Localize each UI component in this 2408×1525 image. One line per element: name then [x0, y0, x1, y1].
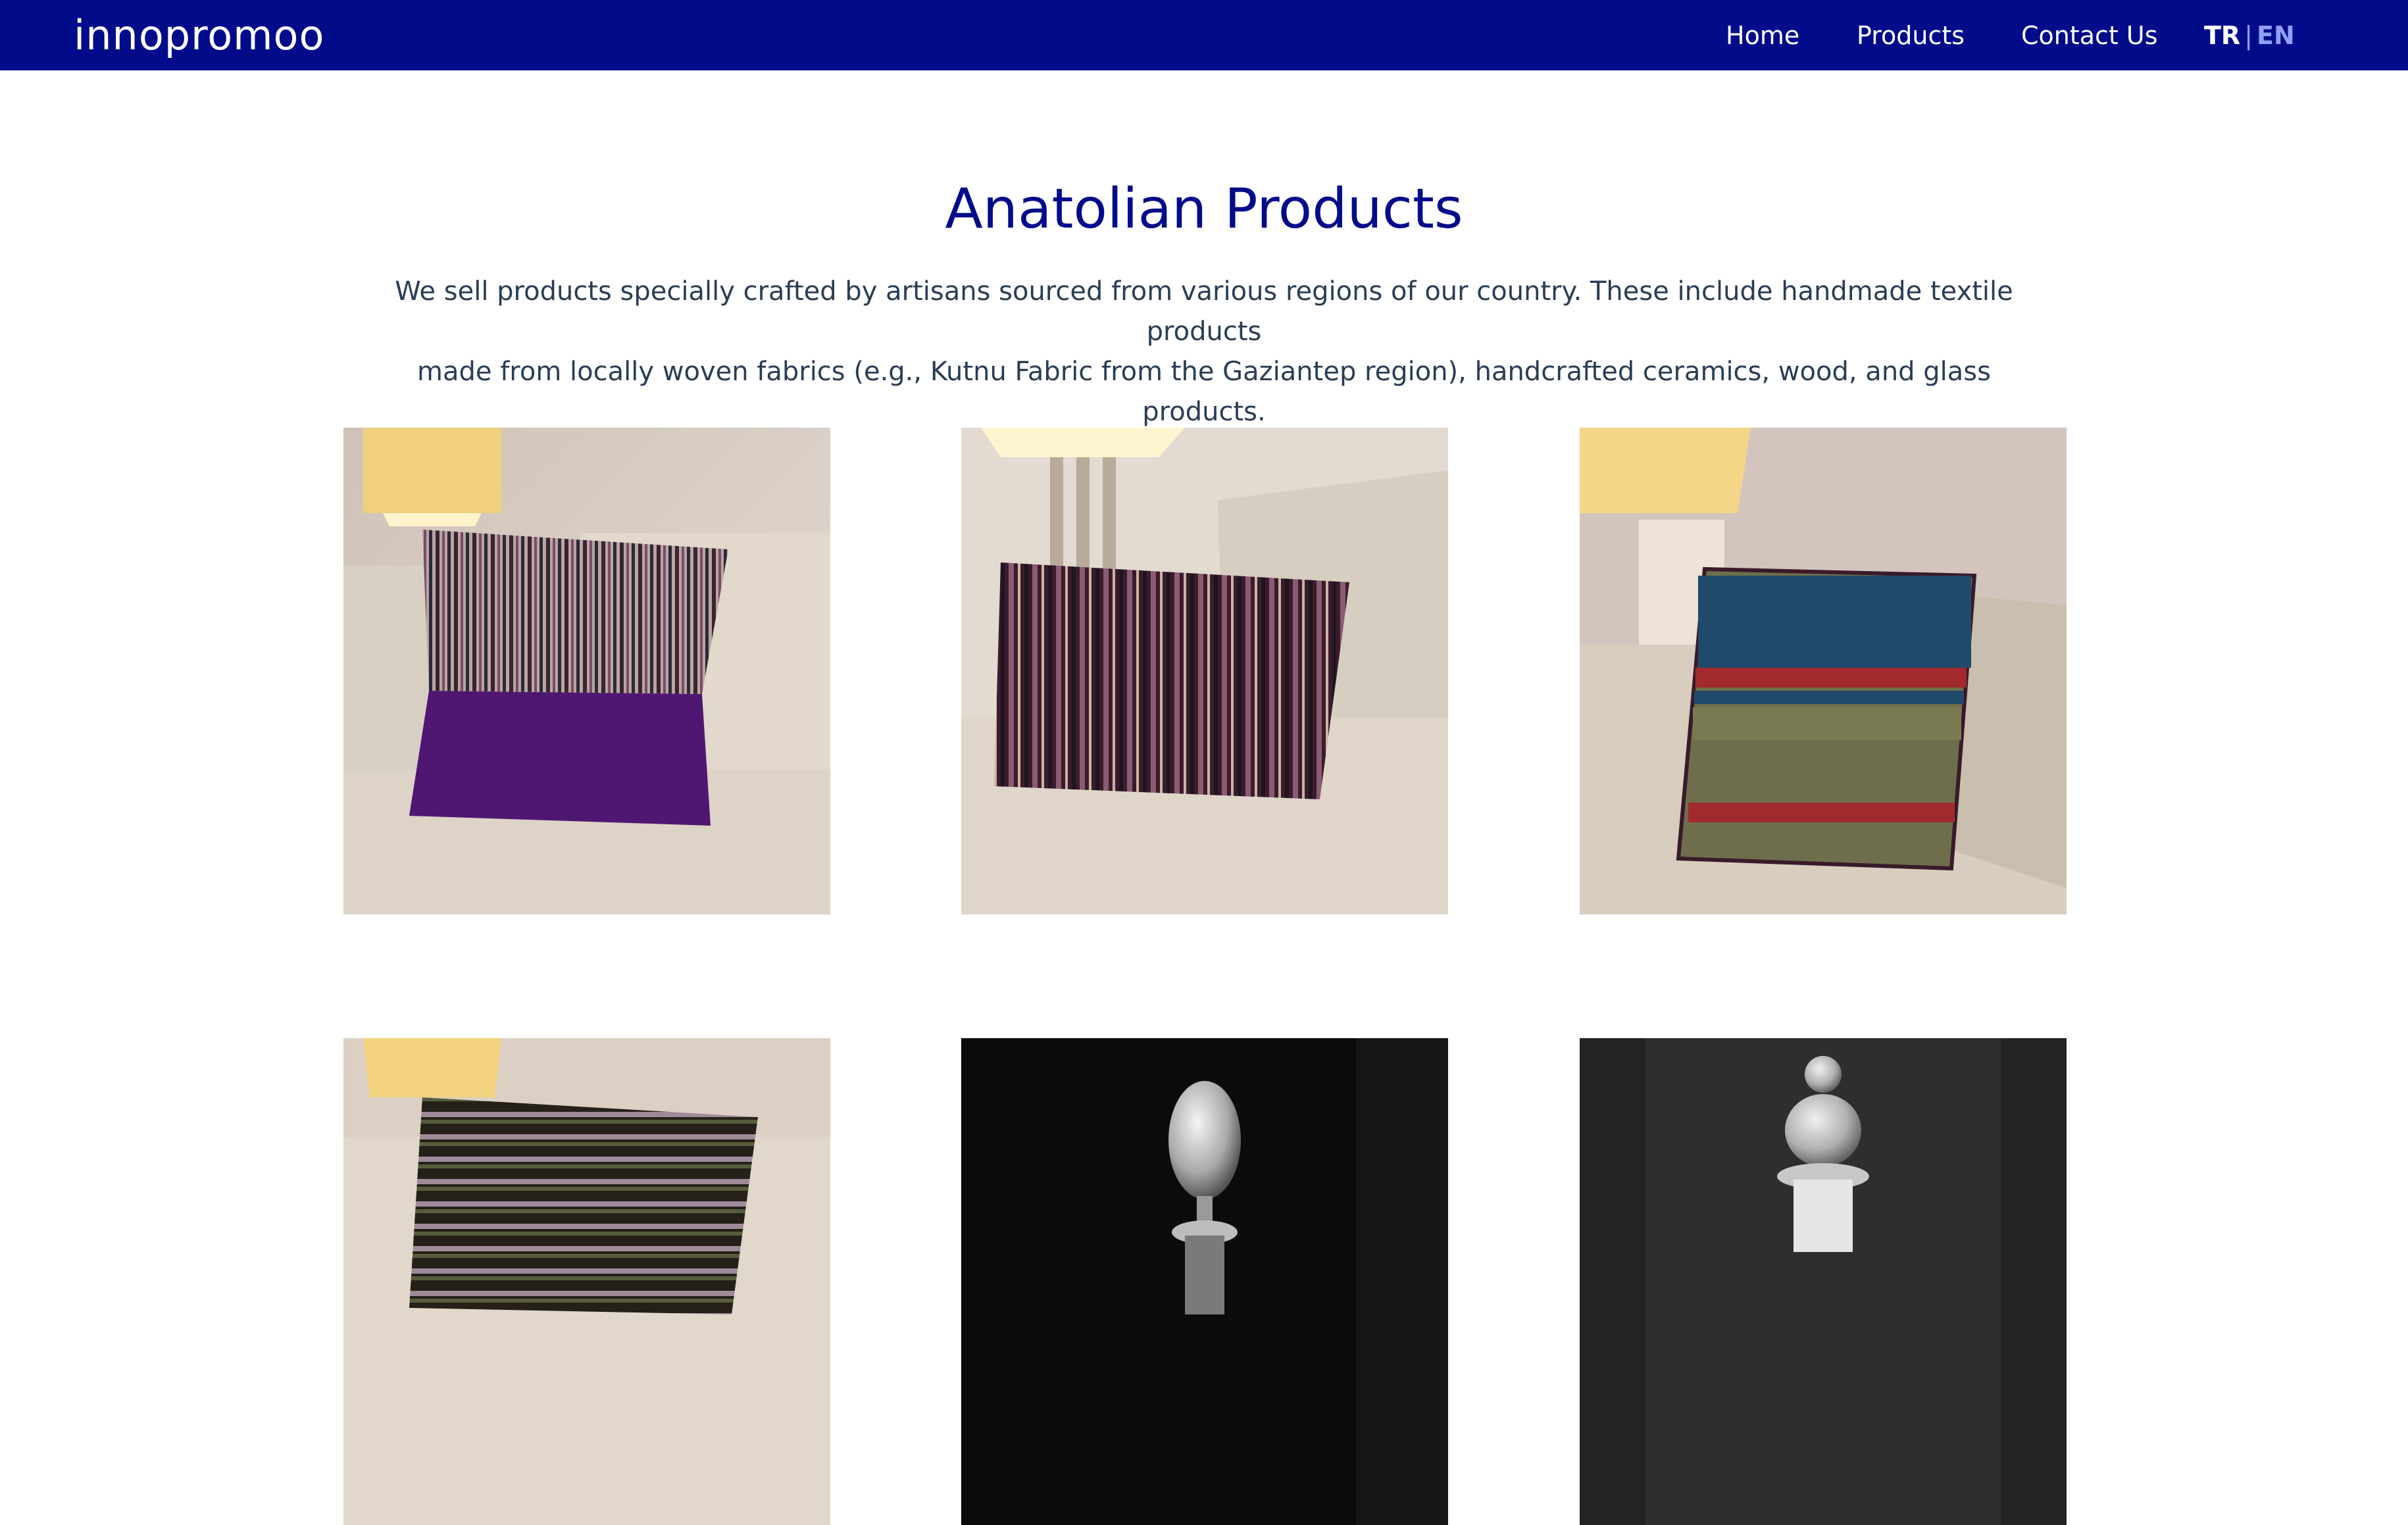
page-title: Anatolian Products [945, 176, 1463, 241]
lang-separator: | [2244, 21, 2253, 50]
product-image-glass-stacked-stopper [1580, 1038, 2067, 1525]
product-card-3[interactable] [1580, 428, 2067, 914]
product-image-dark-striped-cushion [961, 428, 1448, 914]
product-card-5[interactable] [961, 1038, 1448, 1525]
product-image-glass-egg-stopper [961, 1038, 1448, 1525]
lang-tr-link[interactable]: TR [2204, 21, 2240, 50]
product-card-1[interactable] [343, 428, 830, 914]
product-image-black-olive-striped-cushion [343, 1038, 830, 1525]
product-card-4[interactable] [343, 1038, 830, 1525]
nav-home-link[interactable]: Home [1726, 14, 1799, 57]
product-image-blue-red-striped-cushion [1580, 428, 2067, 914]
nav-products-link[interactable]: Products [1857, 14, 1965, 57]
intro-line-2: made from locally woven fabrics (e.g., K… [417, 357, 1991, 427]
top-navbar: innopromoo Home Products Contact Us TR | E… [0, 0, 2408, 70]
product-card-2[interactable] [961, 428, 1448, 914]
nav-contact-link[interactable]: Contact Us [2021, 14, 2158, 57]
product-image-striped-purple-cushion [343, 428, 830, 914]
intro-paragraph: We sell products specially crafted by ar… [388, 272, 2020, 432]
product-card-6[interactable] [1580, 1038, 2067, 1525]
brand-logo-link[interactable]: innopromoo [74, 9, 324, 62]
lang-en-link[interactable]: EN [2257, 21, 2295, 50]
intro-line-1: We sell products specially crafted by ar… [395, 276, 2013, 347]
language-switcher: TR | EN [2204, 14, 2295, 57]
